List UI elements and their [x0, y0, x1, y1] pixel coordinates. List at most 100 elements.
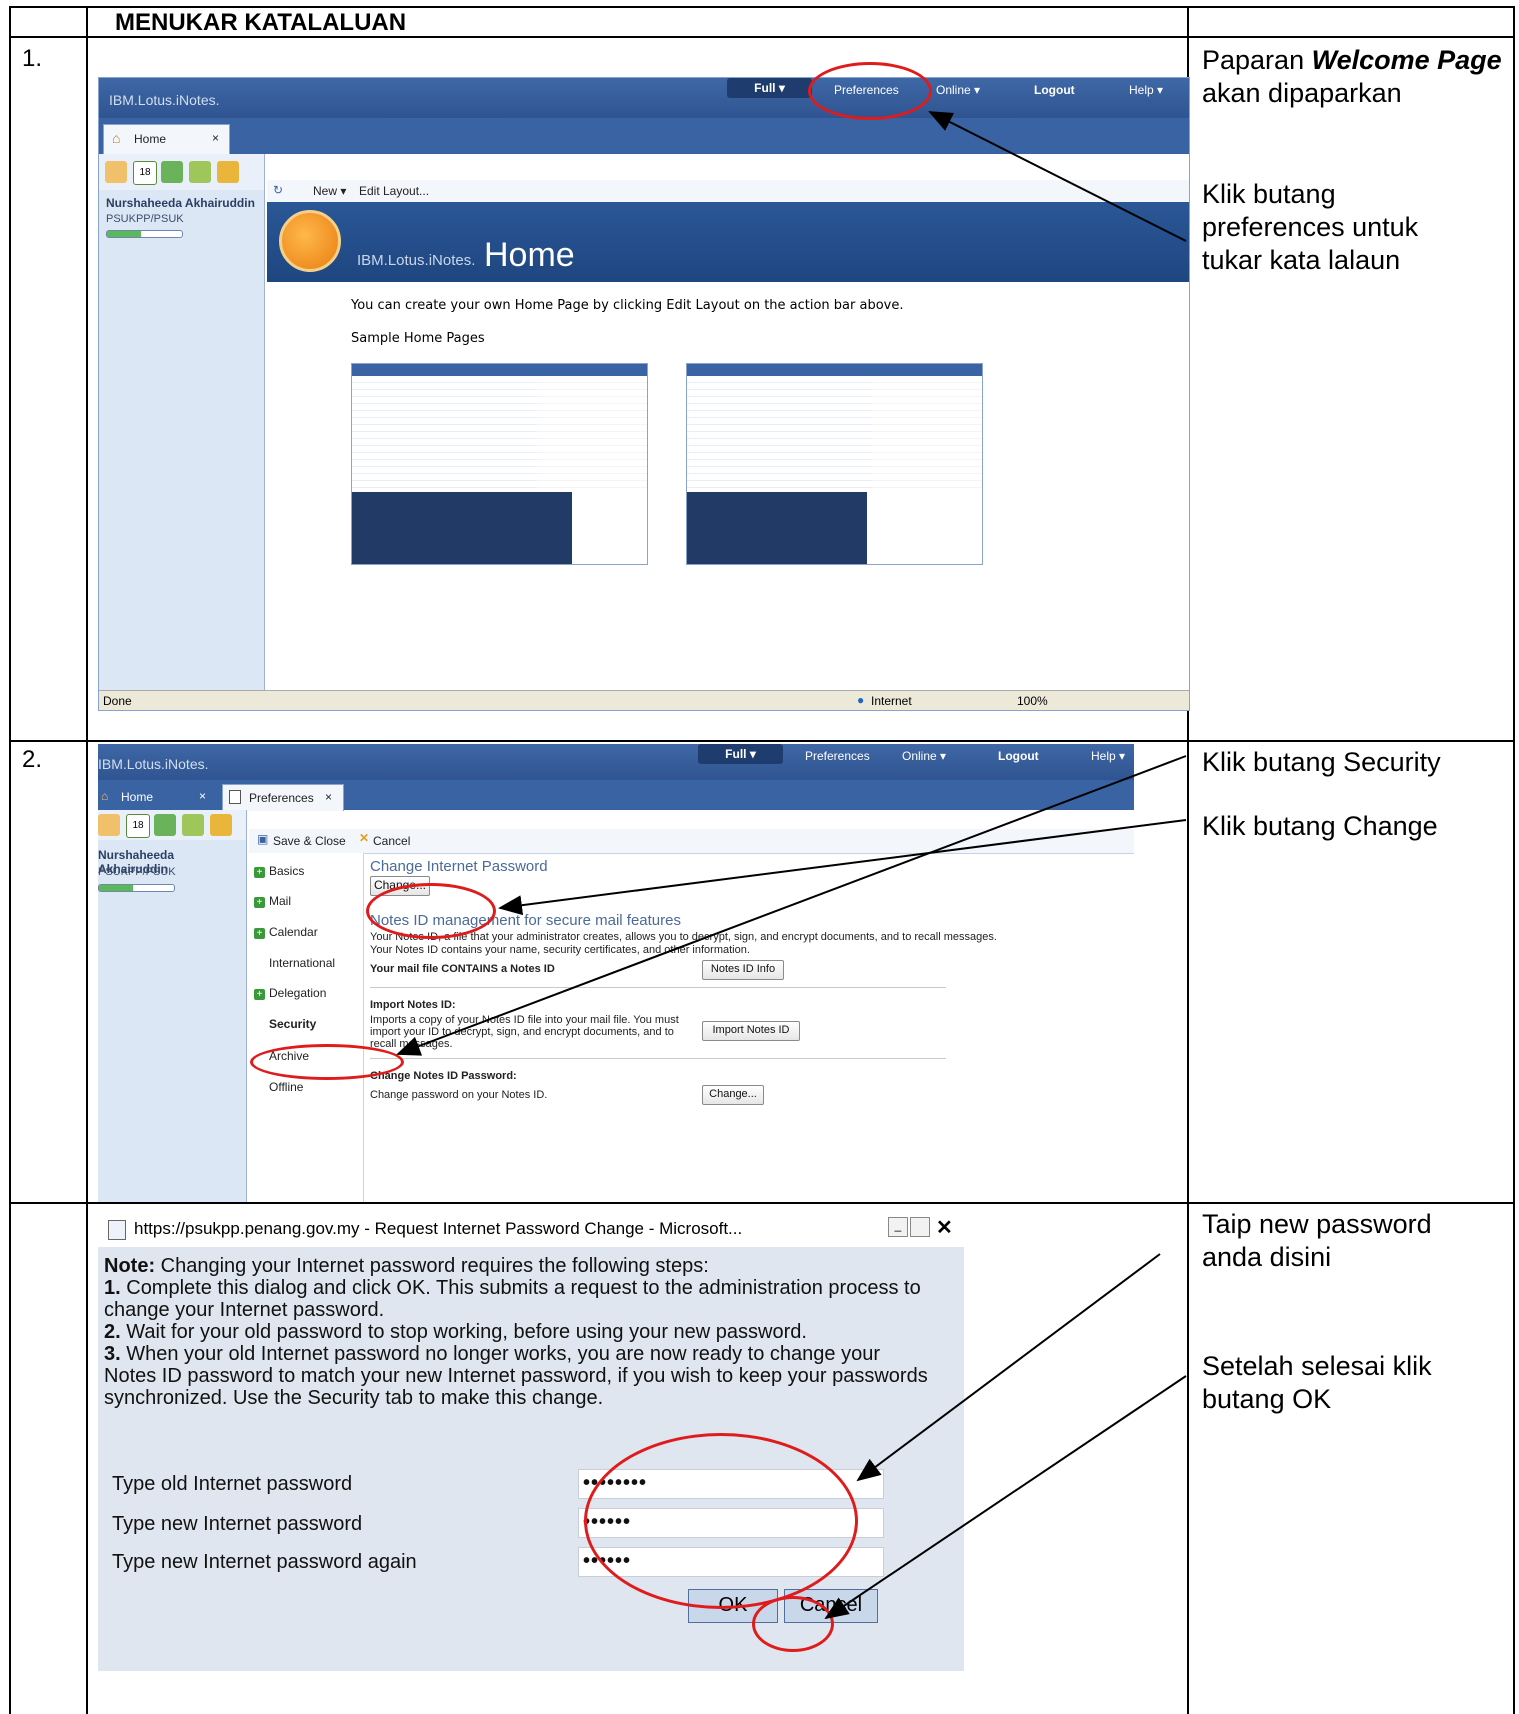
change-internet-password-heading: Change Internet Password [370, 858, 548, 875]
pref-nav-delegation[interactable]: + Delegation [254, 986, 326, 1000]
pref-nav-basics[interactable]: + Basics [254, 864, 304, 878]
mail-icon[interactable] [105, 161, 127, 183]
sample-homepage-thumbnail-2[interactable] [686, 363, 983, 565]
sidebar: 18 Nurshaheeda Akhairuddin PSUKPP/PSUK [99, 154, 265, 690]
tab-bar: ⌂ Home × Preferences × [98, 780, 1134, 811]
save-close-icon: ▣ [257, 832, 269, 846]
inotes-logo-icon [279, 210, 341, 272]
tab-bar: ⌂ Home × [99, 118, 1189, 155]
mail-icon[interactable] [98, 814, 120, 836]
pref-nav-international[interactable]: International [269, 956, 335, 970]
todo-icon[interactable] [189, 161, 211, 183]
dialog-instructions: Note: Changing your Internet password re… [104, 1255, 928, 1409]
note-click-security: Klik butang Security [1202, 747, 1441, 777]
expand-icon: + [254, 928, 265, 939]
online-menu[interactable]: Online ▾ [902, 749, 946, 763]
close-icon[interactable]: ✕ [936, 1215, 953, 1240]
highlight-change-button [366, 883, 496, 939]
browser-status-bar: Done ● Internet 100% [99, 690, 1189, 710]
mail-quota-bar [98, 884, 175, 892]
table-border-row3 [9, 1202, 1515, 1204]
online-menu[interactable]: Online ▾ [936, 83, 980, 97]
maximize-icon[interactable] [910, 1217, 930, 1237]
pref-nav-security[interactable]: Security [269, 1017, 316, 1031]
status-zone: Internet [871, 694, 912, 708]
cancel-icon: ✕ [359, 831, 370, 845]
pref-nav-offline[interactable]: Offline [269, 1080, 303, 1094]
sample-homepage-thumbnail-1[interactable] [351, 363, 648, 565]
notebook-icon[interactable] [217, 161, 239, 183]
full-menu-button[interactable]: Full ▾ [698, 744, 783, 764]
change-notes-id-password-description: Change password on your Notes ID. [370, 1089, 548, 1101]
top-navigation-bar: IBM.Lotus.iNotes. Full ▾ Preferences Onl… [99, 78, 1189, 118]
save-close-button[interactable]: Save & Close [273, 834, 346, 848]
close-icon[interactable]: × [325, 790, 332, 804]
close-icon[interactable]: × [212, 131, 219, 145]
banner-brand: IBM.Lotus.iNotes. [357, 252, 476, 269]
full-menu-button[interactable]: Full ▾ [727, 78, 812, 98]
todo-icon[interactable] [182, 814, 204, 836]
calendar-icon[interactable]: 18 [126, 814, 150, 838]
notes-id-info-button[interactable]: Notes ID Info [702, 960, 784, 980]
table-border-row2 [9, 740, 1515, 742]
import-notes-id-heading: Import Notes ID: [370, 999, 456, 1011]
notes-id-description: Your Notes ID, a file that your administ… [370, 931, 997, 956]
home-icon: ⌂ [101, 789, 109, 803]
pref-nav-mail[interactable]: + Mail [254, 894, 291, 908]
pref-nav-calendar[interactable]: + Calendar [254, 925, 318, 939]
divider [370, 987, 946, 988]
edit-layout-button[interactable]: Edit Layout... [359, 184, 429, 198]
screenshot-welcome-page: IBM.Lotus.iNotes. Full ▾ Preferences Onl… [98, 77, 1190, 711]
action-bar: ↻ New ▾ Edit Layout... [267, 180, 1189, 203]
minimize-icon[interactable]: _ [888, 1217, 908, 1237]
close-icon[interactable]: × [199, 789, 206, 803]
contacts-icon[interactable] [161, 161, 183, 183]
tab-home[interactable]: ⌂ Home × [103, 124, 230, 155]
logout-link[interactable]: Logout [1034, 83, 1075, 97]
cancel-button[interactable]: Cancel [373, 834, 410, 848]
divider [370, 1058, 946, 1059]
intro-text: You can create your own Home Page by cli… [351, 298, 904, 313]
new-button[interactable]: New ▾ [313, 184, 346, 198]
tab-preferences[interactable]: Preferences × [222, 784, 344, 811]
banner-title: Home [484, 236, 575, 274]
notebook-icon[interactable] [210, 814, 232, 836]
refresh-icon[interactable]: ↻ [273, 183, 283, 197]
note-click-preferences: Klik butang preferences untuk tukar kata… [1202, 179, 1419, 275]
dialog-title: https://psukpp.penang.gov.my - Request I… [134, 1219, 743, 1238]
app-icon-row: 18 [99, 154, 264, 190]
password-change-dialog: https://psukpp.penang.gov.my - Request I… [98, 1211, 964, 1671]
dialog-titlebar: https://psukpp.penang.gov.my - Request I… [98, 1211, 964, 1247]
note-click-ok: Setelah selesai klik butang OK [1202, 1351, 1432, 1414]
tab-home[interactable]: ⌂ Home × [98, 784, 220, 811]
document-heading: MENUKAR KATALALUAN [115, 9, 407, 36]
logout-link[interactable]: Logout [998, 749, 1039, 763]
step-number-1: 1. [22, 45, 43, 72]
zoom-level[interactable]: 100% [1017, 694, 1048, 708]
expand-icon: + [254, 989, 265, 1000]
user-org: PSUKPP/PSUK [98, 866, 176, 878]
expand-icon: + [254, 867, 265, 878]
table-border-right [1513, 6, 1515, 1714]
sample-label: Sample Home Pages [351, 331, 485, 346]
user-name: Nurshaheeda Akhairuddin [106, 196, 255, 210]
table-border-col1 [86, 6, 88, 1714]
action-bar: ▣ Save & Close ✕ Cancel [249, 829, 1134, 854]
mail-quota-bar [106, 230, 183, 238]
document-icon [229, 790, 241, 804]
preferences-link[interactable]: Preferences [805, 749, 870, 763]
user-org: PSUKPP/PSUK [106, 213, 184, 225]
status-done: Done [103, 694, 132, 708]
change-notes-id-password-button[interactable]: Change... [702, 1085, 764, 1105]
calendar-icon[interactable]: 18 [133, 161, 157, 185]
app-icon-row: 18 [98, 810, 246, 840]
help-menu[interactable]: Help ▾ [1091, 749, 1125, 763]
import-notes-id-button[interactable]: Import Notes ID [702, 1021, 800, 1041]
help-menu[interactable]: Help ▾ [1129, 83, 1163, 97]
home-banner: IBM.Lotus.iNotes. Home [267, 202, 1189, 282]
globe-icon: ● [857, 693, 865, 707]
note-click-change: Klik butang Change [1202, 811, 1438, 841]
change-notes-id-password-heading: Change Notes ID Password: [370, 1070, 517, 1082]
page-icon [108, 1220, 126, 1240]
contacts-icon[interactable] [154, 814, 176, 836]
